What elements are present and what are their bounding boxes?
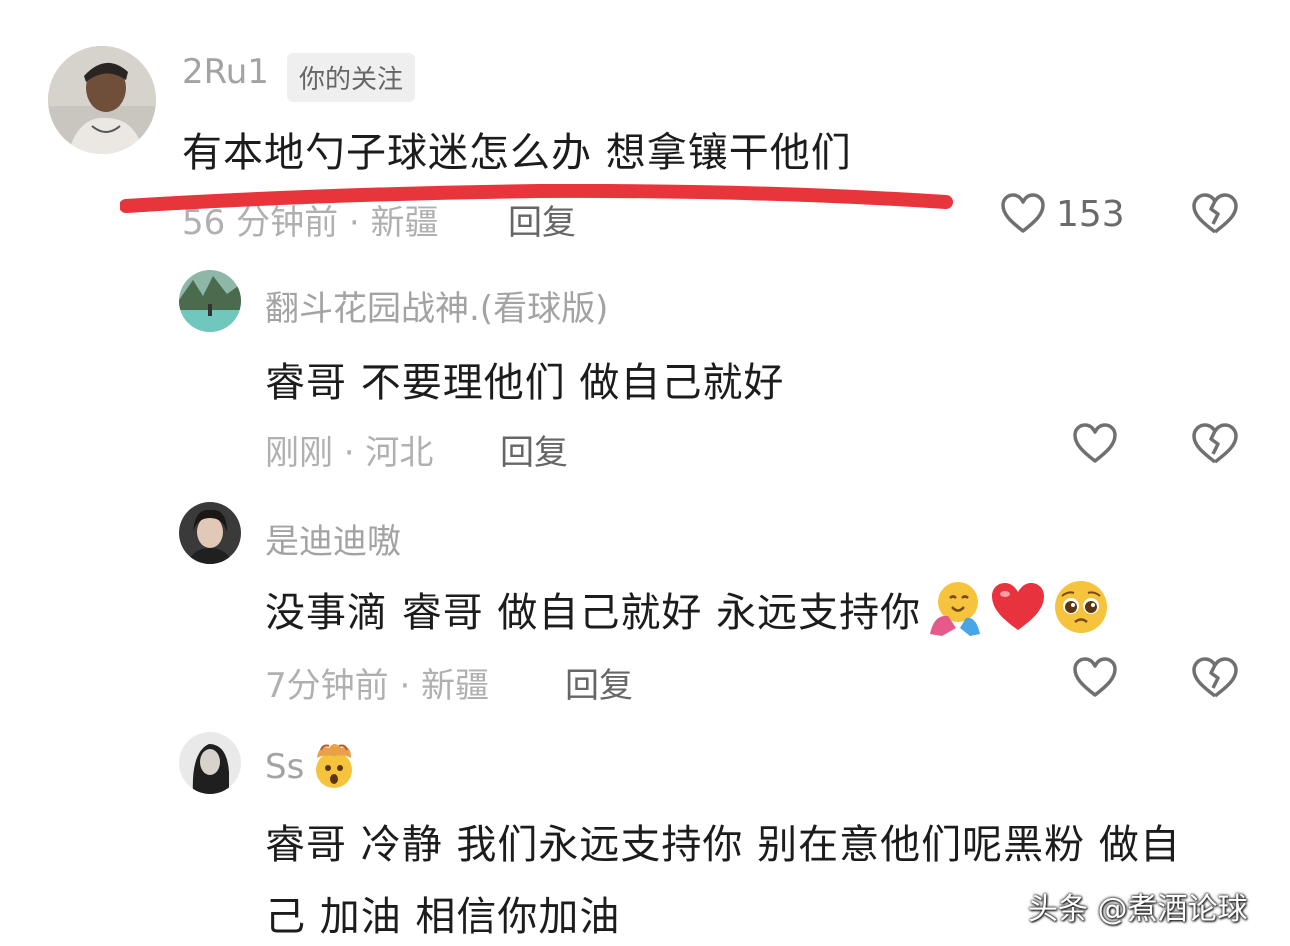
exploding-head-icon xyxy=(309,740,359,794)
dislike-broken-heart-icon[interactable] xyxy=(1191,656,1239,700)
red-underline-annotation xyxy=(119,183,955,214)
comment-username[interactable]: Ss xyxy=(265,747,304,787)
watermark: 头条 @煮酒论球 xyxy=(1028,892,1248,927)
comment-meta: 7分钟前 · 新疆 xyxy=(265,666,490,706)
dislike-broken-heart-icon[interactable] xyxy=(1191,192,1239,236)
comment-username[interactable]: 2Ru1 xyxy=(182,52,269,92)
dislike-broken-heart-icon[interactable] xyxy=(1191,422,1239,466)
username-row: Ss xyxy=(265,740,359,794)
comment-meta: 刚刚 · 河北 xyxy=(265,433,434,473)
reply-button[interactable]: 回复 xyxy=(500,425,568,474)
comment-username[interactable]: 是迪迪嗷 xyxy=(265,514,401,563)
like-heart-icon[interactable] xyxy=(1072,656,1118,698)
like-heart-icon[interactable] xyxy=(1072,422,1118,464)
pleading-face-icon xyxy=(1052,578,1110,640)
like-count: 153 xyxy=(1056,194,1125,235)
hugging-face-icon xyxy=(926,578,984,640)
comment-text: 有本地勺子球迷怎么办 想拿镶干他们 xyxy=(182,130,852,176)
avatar[interactable] xyxy=(179,502,241,564)
comment-text: 没事滴 睿哥 做自己就好 永远支持你 xyxy=(265,590,922,636)
comment-text-row: 没事滴 睿哥 做自己就好 永远支持你 xyxy=(265,578,1110,640)
like-heart-icon[interactable] xyxy=(1000,192,1046,234)
following-badge: 你的关注 xyxy=(287,53,416,102)
avatar[interactable] xyxy=(179,732,241,794)
red-heart-icon xyxy=(989,580,1047,638)
avatar[interactable] xyxy=(48,46,156,154)
comment-text-line-2: 己 加油 相信你加油 xyxy=(265,894,621,940)
avatar[interactable] xyxy=(179,270,241,332)
comment-username[interactable]: 翻斗花园战神.(看球版) xyxy=(265,281,608,330)
comment-text-line-1: 睿哥 冷静 我们永远支持你 别在意他们呢黑粉 做自 xyxy=(265,822,1181,868)
comment-text: 睿哥 不要理他们 做自己就好 xyxy=(265,360,785,406)
reply-button[interactable]: 回复 xyxy=(565,658,633,707)
